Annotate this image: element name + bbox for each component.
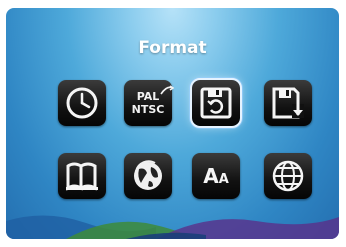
format-tile[interactable]: [190, 78, 242, 128]
globe-cycle-tile[interactable]: [124, 153, 172, 199]
font-size-tile[interactable]: AA: [192, 153, 240, 199]
menu-title: Format: [138, 38, 207, 58]
font-size-icon: AA: [203, 164, 229, 188]
language-tile[interactable]: [264, 153, 312, 199]
ntsc-label: NTSC: [131, 103, 165, 116]
font-small-a: A: [218, 172, 229, 187]
font-large-a: A: [203, 164, 219, 188]
book-tile[interactable]: [58, 153, 106, 199]
save-tile[interactable]: [264, 80, 312, 126]
globe-cycle-icon: [134, 160, 162, 190]
language-globe-icon: [272, 160, 304, 192]
clock-tile[interactable]: [58, 80, 106, 126]
book-icon: [66, 162, 98, 191]
clock-icon: [66, 87, 98, 119]
swap-arrow-icon: [160, 85, 175, 95]
save-download-icon: [272, 87, 304, 119]
pal-ntsc-tile[interactable]: PAL NTSC: [124, 80, 175, 126]
pal-ntsc-icon: PAL NTSC: [131, 85, 175, 116]
format-icon: [200, 87, 232, 119]
decorative-waves: [6, 215, 339, 239]
menu-screen: Format PAL NTSC AA: [6, 8, 339, 239]
